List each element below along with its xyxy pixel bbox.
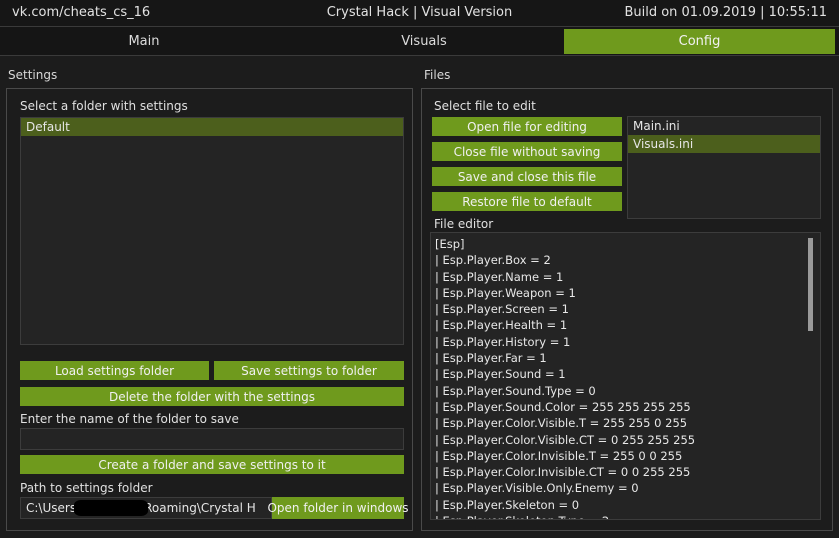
editor-line: | Esp.Player.Health = 1: [435, 318, 568, 333]
open-file-for-editing-button[interactable]: Open file for editing: [432, 117, 622, 136]
file-editor[interactable]: [Esp] | Esp.Player.Box = 2 | Esp.Player.Na…: [430, 232, 821, 520]
open-folder-in-windows-button[interactable]: Open folder in windows: [267, 497, 409, 519]
create-folder-save-settings-button[interactable]: Create a folder and save settings to it: [20, 455, 404, 474]
folder-name-label: Enter the name of the folder to save: [20, 412, 239, 426]
editor-line: | Esp.Player.Screen = 1: [435, 302, 569, 317]
tab-main[interactable]: Main: [4, 29, 284, 54]
folder-list-label: Select a folder with settings: [20, 99, 188, 113]
select-file-label: Select file to edit: [434, 99, 536, 113]
save-settings-to-folder-button[interactable]: Save settings to folder: [214, 361, 404, 380]
settings-group-label: Settings: [8, 68, 58, 82]
editor-scrollbar-thumb[interactable]: [808, 238, 813, 331]
editor-line: | Esp.Player.Color.Visible.T = 255 255 0…: [435, 416, 688, 431]
build-info: Build on 01.09.2019 | 10:55:11: [624, 5, 827, 20]
list-item[interactable]: Visuals.ini: [628, 135, 820, 153]
editor-line: | Esp.Player.Box = 2: [435, 253, 551, 268]
redaction-overlay: [74, 500, 148, 516]
editor-line: | Esp.Player.Color.Visible.CT = 0 255 25…: [435, 432, 696, 447]
editor-line: | Esp.Player.Far = 1: [435, 351, 547, 366]
editor-line: | Esp.Player.Visible.Only.Enemy = 0: [435, 481, 639, 496]
editor-line: | Esp.Player.Color.Invisible.T = 255 0 0…: [435, 448, 683, 463]
tab-config[interactable]: Config: [564, 29, 835, 54]
tab-visuals[interactable]: Visuals: [286, 29, 562, 54]
editor-line: [Esp]: [435, 237, 465, 251]
editor-line: | Esp.Player.Skeleton = 0: [435, 497, 580, 512]
editor-line: | Esp.Player.Weapon = 1: [435, 285, 576, 300]
tab-bar: Main Visuals Config: [0, 27, 839, 56]
folder-name-input[interactable]: [20, 428, 404, 450]
editor-line: | Esp.Player.Sound.Color = 255 255 255 2…: [435, 399, 691, 414]
editor-line: | Esp.Player.Color.Invisible.CT = 0 0 25…: [435, 465, 691, 480]
editor-scrollbar-track[interactable]: [806, 234, 818, 518]
file-editor-content[interactable]: [Esp] | Esp.Player.Box = 2 | Esp.Player.Na…: [435, 236, 806, 519]
files-group-label: Files: [424, 68, 451, 82]
editor-line: | Esp.Player.Name = 1: [435, 269, 564, 284]
settings-folder-list[interactable]: Default: [20, 117, 404, 345]
editor-line: | Esp.Player.Skeleton.Type = 2: [435, 513, 806, 519]
save-and-close-file-button[interactable]: Save and close this file: [432, 167, 622, 186]
editor-line: | Esp.Player.Sound = 1: [435, 367, 566, 382]
list-item[interactable]: Main.ini: [628, 117, 820, 135]
restore-file-to-default-button[interactable]: Restore file to default: [432, 192, 622, 211]
editor-line: | Esp.Player.History = 1: [435, 334, 571, 349]
title-bar: vk.com/cheats_cs_16 Crystal Hack | Visua…: [0, 0, 839, 27]
delete-settings-folder-button[interactable]: Delete the folder with the settings: [20, 387, 404, 406]
close-file-without-saving-button[interactable]: Close file without saving: [432, 142, 622, 161]
settings-path-label: Path to settings folder: [20, 481, 153, 495]
load-settings-folder-button[interactable]: Load settings folder: [20, 361, 209, 380]
file-list[interactable]: Main.ini Visuals.ini: [627, 116, 821, 219]
file-editor-label: File editor: [434, 217, 494, 231]
editor-line: | Esp.Player.Sound.Type = 0: [435, 383, 596, 398]
list-item[interactable]: Default: [21, 118, 403, 136]
